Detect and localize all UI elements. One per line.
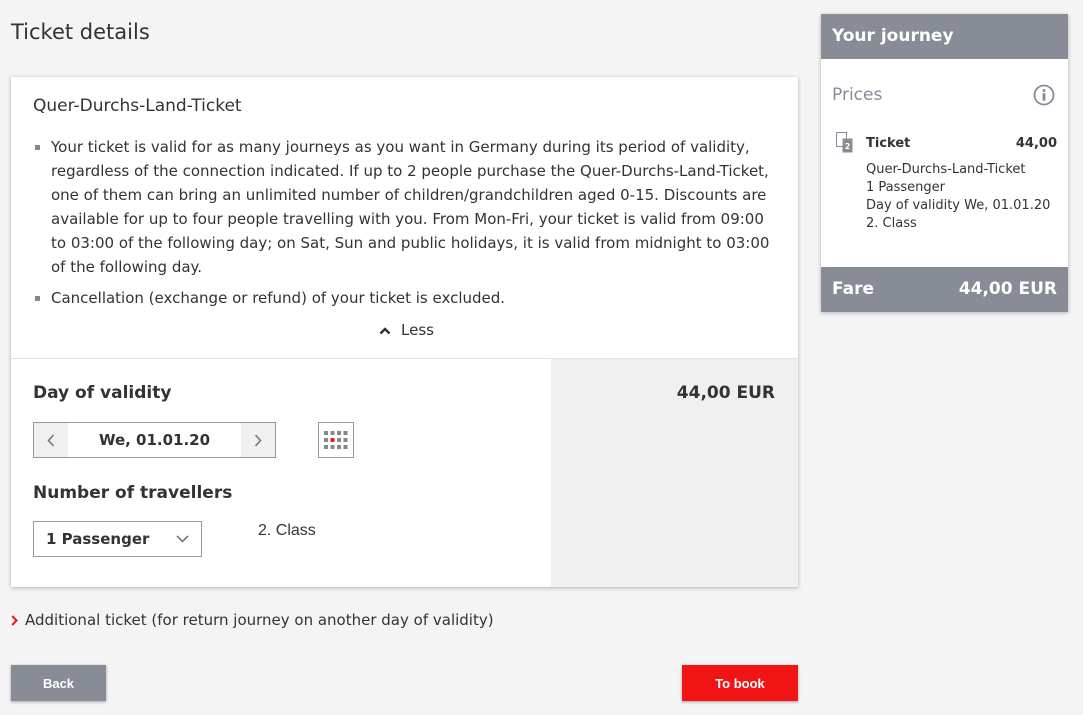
ticket-class-number: 2 (845, 142, 851, 151)
journey-detail-line: 2. Class (866, 216, 917, 231)
page-title: Ticket details (11, 20, 150, 44)
journey-ticket-price: 44,00 (1015, 136, 1057, 151)
less-toggle[interactable]: Less (379, 321, 434, 339)
price-panel: 44,00 EUR (551, 359, 798, 587)
passenger-select[interactable]: 1 Passenger (33, 521, 202, 557)
ticket-card: Quer-Durchs-Land-Ticket Your ticket is v… (11, 77, 798, 587)
ticket-icon: 2 (836, 132, 853, 153)
calendar-button[interactable] (318, 422, 354, 458)
class-label: 2. Class (258, 522, 316, 539)
next-day-button[interactable] (241, 423, 275, 457)
ticket-price: 44,00 EUR (676, 383, 775, 403)
to-book-button[interactable]: To book (682, 665, 798, 701)
info-icon[interactable] (1033, 84, 1055, 106)
journey-panel: Your journey Prices 2 Ticket 44,00 Quer-… (821, 14, 1068, 312)
back-button[interactable]: Back (11, 665, 106, 701)
chevron-left-icon (47, 433, 55, 447)
journey-header: Your journey (821, 14, 1068, 59)
ticket-name: Quer-Durchs-Land-Ticket (33, 96, 242, 116)
day-of-validity-label: Day of validity (33, 383, 172, 403)
journey-detail-line: 1 Passenger (866, 180, 946, 195)
additional-ticket-label: Additional ticket (for return journey on… (25, 611, 494, 629)
journey-details: Quer-Durchs-Land-Ticket 1 Passenger Day … (866, 161, 1050, 233)
calendar-icon (324, 431, 348, 449)
date-value[interactable]: We, 01.01.20 (68, 423, 241, 457)
condition-item: Cancellation (exchange or refund) of you… (33, 286, 773, 310)
condition-item: Your ticket is valid for as many journey… (33, 135, 773, 279)
ticket-conditions: Your ticket is valid for as many journey… (33, 135, 773, 317)
chevron-right-icon (254, 433, 262, 447)
chevron-up-icon (379, 326, 391, 334)
fare-label: Fare (832, 279, 875, 299)
prices-label: Prices (832, 85, 883, 105)
journey-ticket-label: Ticket (866, 136, 911, 151)
journey-detail-line: Day of validity We, 01.01.20 (866, 198, 1051, 213)
travellers-label: Number of travellers (33, 483, 233, 503)
chevron-right-icon (11, 614, 18, 626)
additional-ticket-link[interactable]: Additional ticket (for return journey on… (11, 611, 494, 629)
less-label: Less (401, 321, 434, 339)
passenger-value: 1 Passenger (46, 530, 150, 548)
date-picker: We, 01.01.20 (33, 422, 276, 458)
fare-value: 44,00 EUR (958, 279, 1057, 299)
fare-bar: Fare 44,00 EUR (821, 267, 1068, 312)
previous-day-button[interactable] (34, 423, 68, 457)
journey-detail-line: Quer-Durchs-Land-Ticket (866, 162, 1026, 177)
chevron-down-icon (176, 535, 189, 543)
